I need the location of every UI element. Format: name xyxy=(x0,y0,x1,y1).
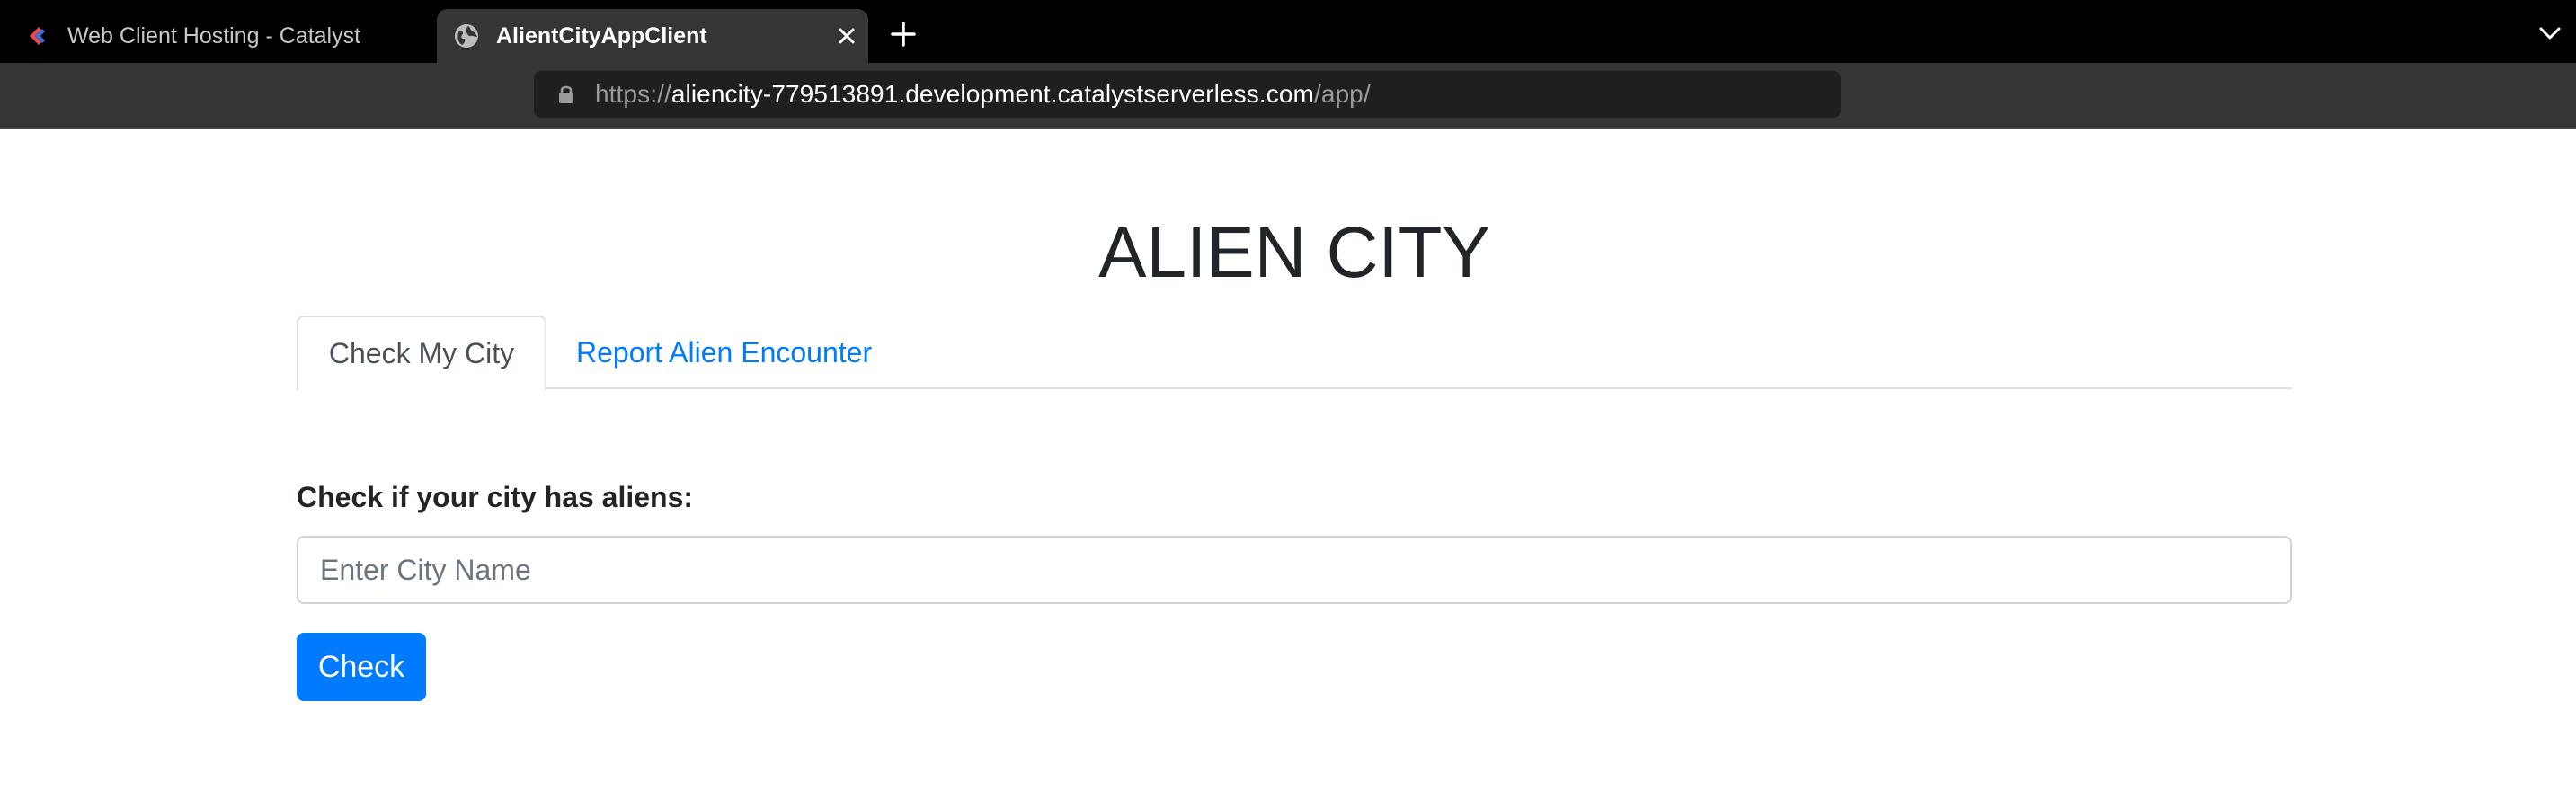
nav-tabs: Check My City Report Alien Encounter xyxy=(297,316,2292,391)
url-scheme: https:// xyxy=(595,80,671,108)
close-tab-icon[interactable] xyxy=(834,23,859,49)
browser-toolbar: https://aliencity-779513891.development.… xyxy=(0,63,2576,129)
new-tab-plus-icon[interactable] xyxy=(890,21,917,48)
url-host: aliencity-779513891.development.catalyst… xyxy=(671,80,1314,108)
lock-icon[interactable] xyxy=(557,84,575,105)
globe-icon xyxy=(455,24,478,48)
page-title: ALIEN CITY xyxy=(1098,212,1490,292)
url-path: /app/ xyxy=(1313,80,1371,108)
city-name-input[interactable] xyxy=(297,536,2292,604)
tab-title: AlientCityAppClient xyxy=(496,22,707,49)
chevron-down-icon[interactable] xyxy=(2538,25,2562,41)
tab-title: Web Client Hosting - Catalyst xyxy=(67,22,361,49)
tab-report-alien-encounter[interactable]: Report Alien Encounter xyxy=(576,316,872,389)
browser-tab-strip: Web Client Hosting - Catalyst AlientCity… xyxy=(0,0,2576,63)
city-check-label: Check if your city has aliens: xyxy=(297,481,694,513)
browser-tab-alient-city-app-client[interactable]: AlientCityAppClient xyxy=(437,9,868,63)
page-content: ALIEN CITY Check My City Report Alien En… xyxy=(0,129,2576,791)
url-text: https://aliencity-779513891.development.… xyxy=(595,80,1371,109)
address-bar[interactable]: https://aliencity-779513891.development.… xyxy=(534,71,1841,118)
catalyst-logo-icon xyxy=(30,27,45,45)
browser-tab-web-client-hosting[interactable]: Web Client Hosting - Catalyst xyxy=(0,9,435,63)
tab-check-my-city[interactable]: Check My City xyxy=(297,316,546,391)
check-button[interactable]: Check xyxy=(297,633,426,701)
